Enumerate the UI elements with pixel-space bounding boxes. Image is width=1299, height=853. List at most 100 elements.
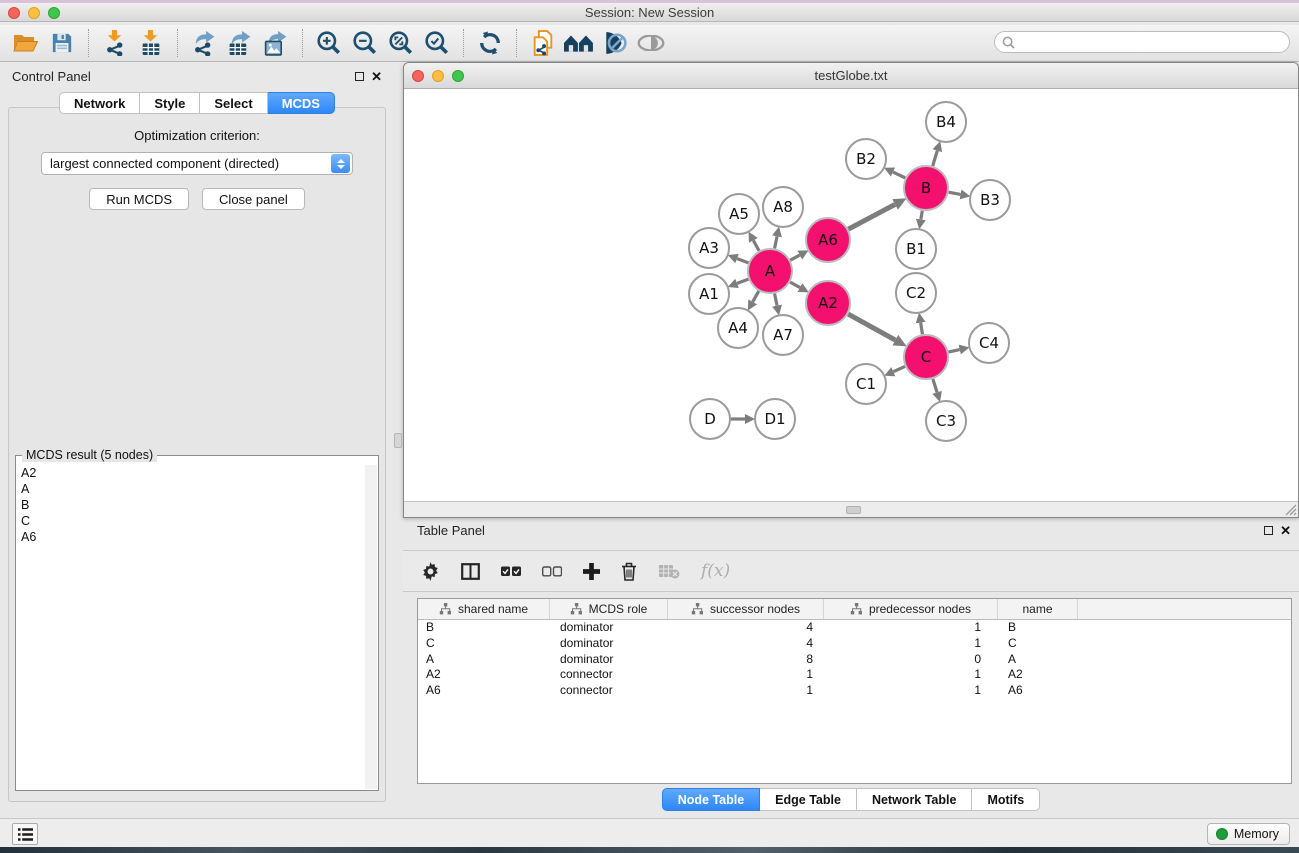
column-header-successor-nodes[interactable]: successor nodes [668, 599, 824, 619]
show-columns-button[interactable] [461, 563, 480, 580]
float-table-panel-icon[interactable] [1264, 526, 1273, 535]
home-button[interactable] [561, 27, 597, 59]
cell-MCDS-role[interactable]: dominator [550, 636, 668, 652]
graph-node-B3[interactable]: B3 [970, 180, 1010, 220]
dropdown-stepper-icon[interactable] [331, 154, 350, 173]
edge-A-A4[interactable] [753, 291, 759, 302]
edge-A-A6[interactable] [790, 255, 799, 260]
edge-B-B2[interactable] [893, 172, 905, 178]
open-session-button[interactable] [8, 27, 44, 59]
mcds-result-scrollbar[interactable] [365, 465, 377, 789]
network-window-controls[interactable] [412, 70, 464, 82]
tab-node-table[interactable]: Node Table [662, 788, 760, 811]
edge-C-C4[interactable] [948, 350, 959, 353]
cell-name[interactable]: A6 [998, 683, 1078, 699]
edge-C-C2[interactable] [921, 323, 923, 335]
table-row[interactable]: Cdominator41C [418, 636, 1291, 652]
network-canvas-svg[interactable]: AA1A2A3A4A5A6A7A8BB1B2B3B4CC1C2C3C4DD1 [404, 90, 1298, 501]
mcds-result-item[interactable]: A [17, 481, 365, 497]
hide-graphics-details-button[interactable] [597, 27, 633, 59]
column-header-MCDS-role[interactable]: MCDS role [550, 599, 668, 619]
cell-shared-name[interactable]: B [418, 620, 550, 636]
close-panel-button[interactable]: Close panel [202, 188, 305, 210]
cell-shared-name[interactable]: C [418, 636, 550, 652]
graph-node-A6[interactable]: A6 [806, 218, 850, 262]
cell-predecessor-nodes[interactable]: 0 [824, 652, 998, 668]
cell-MCDS-role[interactable]: dominator [550, 652, 668, 668]
network-canvas[interactable]: AA1A2A3A4A5A6A7A8BB1B2B3B4CC1C2C3C4DD1 [404, 90, 1298, 501]
cell-name[interactable]: A2 [998, 667, 1078, 683]
cell-shared-name[interactable]: A [418, 652, 550, 668]
import-network-button[interactable] [97, 27, 133, 59]
graph-node-C2[interactable]: C2 [896, 273, 936, 313]
table-row[interactable]: Adominator80A [418, 652, 1291, 668]
graph-node-A8[interactable]: A8 [763, 187, 803, 227]
graph-node-C1[interactable]: C1 [846, 364, 886, 404]
network-window-titlebar[interactable]: testGlobe.txt [404, 63, 1298, 89]
tab-motifs[interactable]: Motifs [972, 788, 1040, 811]
cell-successor-nodes[interactable]: 4 [668, 636, 824, 652]
tab-mcds[interactable]: MCDS [268, 92, 335, 114]
float-panel-icon[interactable] [355, 72, 364, 81]
graph-node-B1[interactable]: B1 [896, 229, 936, 269]
graph-node-B2[interactable]: B2 [846, 139, 886, 179]
criterion-dropdown[interactable]: largest connected component (directed) [41, 152, 353, 175]
edge-A-A1[interactable] [737, 279, 748, 283]
tab-style[interactable]: Style [140, 92, 200, 114]
close-panel-icon[interactable]: ✕ [371, 72, 382, 81]
mcds-result-item[interactable]: C [17, 513, 365, 529]
graph-node-B4[interactable]: B4 [926, 102, 966, 142]
cell-successor-nodes[interactable]: 8 [668, 652, 824, 668]
cell-MCDS-role[interactable]: connector [550, 667, 668, 683]
close-window-button[interactable] [8, 7, 20, 19]
add-column-button[interactable] [583, 563, 600, 580]
export-table-button[interactable] [222, 27, 258, 59]
minimize-window-button[interactable] [28, 7, 40, 19]
edge-A6-B[interactable] [848, 204, 895, 229]
graph-node-A5[interactable]: A5 [719, 194, 759, 234]
cell-predecessor-nodes[interactable]: 1 [824, 620, 998, 636]
edge-A-A3[interactable] [737, 259, 748, 263]
zoom-fit-button[interactable] [383, 27, 419, 59]
mcds-result-item[interactable]: A2 [17, 465, 365, 481]
edge-B-B1[interactable] [921, 211, 922, 220]
edge-B-B4[interactable] [933, 151, 938, 166]
select-all-button[interactable] [501, 566, 521, 577]
zoom-in-button[interactable] [311, 27, 347, 59]
table-row[interactable]: A6connector11A6 [418, 683, 1291, 699]
zoom-window-button[interactable] [48, 7, 60, 19]
export-network-button[interactable] [186, 27, 222, 59]
edge-A-A7[interactable] [775, 294, 777, 306]
cell-shared-name[interactable]: A2 [418, 667, 550, 683]
graph-node-A7[interactable]: A7 [763, 315, 803, 355]
mcds-result-item[interactable]: A6 [17, 529, 365, 545]
close-table-panel-icon[interactable]: ✕ [1280, 526, 1291, 535]
graph-node-A3[interactable]: A3 [689, 228, 729, 268]
delete-column-button[interactable] [621, 562, 637, 581]
tab-network[interactable]: Network [59, 92, 140, 114]
zoom-out-button[interactable] [347, 27, 383, 59]
graph-node-A2[interactable]: A2 [806, 281, 850, 325]
edge-A-A2[interactable] [790, 282, 800, 287]
tab-edge-table[interactable]: Edge Table [760, 788, 857, 811]
column-header-shared-name[interactable]: shared name [418, 599, 550, 619]
cell-MCDS-role[interactable]: connector [550, 683, 668, 699]
deselect-all-button[interactable] [542, 566, 562, 577]
search-field[interactable] [994, 31, 1290, 53]
cell-shared-name[interactable]: A6 [418, 683, 550, 699]
cell-name[interactable]: C [998, 636, 1078, 652]
edge-A2-C[interactable] [848, 314, 895, 340]
cell-name[interactable]: B [998, 620, 1078, 636]
graph-node-D[interactable]: D [690, 399, 730, 439]
graph-node-C3[interactable]: C3 [926, 401, 966, 441]
mcds-result-item[interactable]: B [17, 497, 365, 513]
zoom-network-window-button[interactable] [452, 70, 464, 82]
export-image-button[interactable] [258, 27, 294, 59]
resize-grip-icon[interactable] [1284, 503, 1297, 516]
tab-select[interactable]: Select [200, 92, 267, 114]
network-vscroll-thumb[interactable] [394, 433, 402, 448]
graph-node-B[interactable]: B [904, 166, 948, 210]
column-header-predecessor-nodes[interactable]: predecessor nodes [824, 599, 998, 619]
cell-predecessor-nodes[interactable]: 1 [824, 636, 998, 652]
mcds-result-list[interactable]: A2ABCA6 [17, 465, 365, 789]
